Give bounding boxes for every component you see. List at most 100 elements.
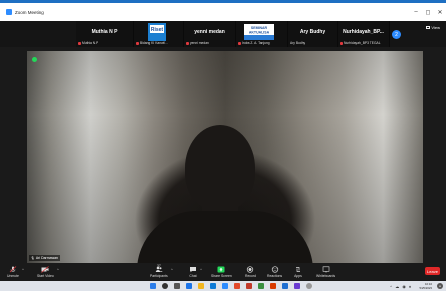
start-video-button[interactable]: Start Video ^ <box>37 265 59 278</box>
mic-muted-icon <box>9 266 17 273</box>
seminar-banner-subtext: AKTUALISA <box>249 31 270 35</box>
chevron-up-icon[interactable]: ^ <box>171 267 173 272</box>
muted-icon <box>238 41 241 45</box>
view-button[interactable]: View <box>426 25 440 30</box>
participants-button[interactable]: 37 Participants ^ <box>150 264 173 278</box>
chevron-up-icon[interactable]: ^ <box>22 267 24 272</box>
share-screen-button[interactable]: Share Screen <box>211 265 232 278</box>
share-screen-label: Share Screen <box>211 274 232 278</box>
view-label: View <box>431 25 440 30</box>
leave-button[interactable]: Leave <box>425 267 440 275</box>
zoom-taskbar-icon[interactable] <box>222 283 228 289</box>
restore-button[interactable]: ◻ <box>422 9 434 16</box>
widgets-icon[interactable] <box>186 283 192 289</box>
participant-tile[interactable]: Nurhidayah_BP... Nurhidayah_BP3 TEGAL <box>338 21 390 47</box>
participant-tile[interactable]: Muthia N P Muthia N.P <box>76 21 134 47</box>
reactions-label: Reactions <box>267 274 283 278</box>
speaker-name-tag: 🎙 Ari Darmawan <box>29 255 60 261</box>
riset-logo-image: Riset <box>148 23 166 41</box>
participant-label: Bidang KI Kanwil... <box>136 41 168 45</box>
chrome-icon[interactable] <box>234 283 240 289</box>
zoom-window: Zoom Meeting – ◻ ✕ Muthia N P Muthia N.P… <box>0 0 446 291</box>
windows-taskbar: ^ ☁ ◉ ♦ 10:10 5/25/2023 ● <box>0 281 446 291</box>
unmute-button[interactable]: Unmute ^ <box>7 265 24 278</box>
whiteboards-button[interactable]: Whiteboards <box>316 265 335 278</box>
chat-button[interactable]: Chat ^ <box>189 265 202 278</box>
participant-label: Ary Budhy <box>290 41 305 45</box>
chevron-up-icon[interactable]: ^ <box>200 267 202 272</box>
muted-icon <box>340 41 343 45</box>
gallery-strip: Muthia N P Muthia N.P Riset Bidang KI Ka… <box>0 21 446 47</box>
unmute-label: Unmute <box>7 274 19 278</box>
participant-sub-name: Muthia N.P <box>82 41 99 45</box>
clock[interactable]: 10:10 5/25/2023 <box>420 282 432 290</box>
more-participants-badge: 2 <box>392 30 401 39</box>
smiley-icon <box>271 266 278 273</box>
word-icon[interactable] <box>282 283 288 289</box>
start-icon[interactable] <box>150 283 156 289</box>
record-label: Record <box>245 274 256 278</box>
close-button[interactable]: ✕ <box>434 9 446 16</box>
speaker-silhouette-head <box>185 125 255 211</box>
muted-icon <box>136 41 139 45</box>
share-screen-icon <box>217 266 225 273</box>
task-view-icon[interactable] <box>174 283 180 289</box>
record-button[interactable]: Record <box>245 265 256 278</box>
reactions-button[interactable]: Reactions <box>267 265 282 278</box>
apps-icon <box>296 267 300 272</box>
zoom-app-icon <box>6 9 12 15</box>
participant-name: yenni medan <box>194 29 225 35</box>
mic-icon: 🎙 <box>31 256 35 260</box>
apps-label: Apps <box>294 274 302 278</box>
participant-label: Indra Z. A. Tanjung <box>238 41 270 45</box>
participant-sub-name: Indra Z. A. Tanjung <box>242 41 270 45</box>
seminar-banner-text: SEMINAR <box>251 26 268 30</box>
participant-name: Nurhidayah_BP... <box>343 29 384 35</box>
notification-icon[interactable]: ● <box>437 283 443 289</box>
file-explorer-icon[interactable] <box>198 283 204 289</box>
settings-icon[interactable] <box>306 283 312 289</box>
record-icon <box>247 266 254 273</box>
meeting-toolbar: Unmute ^ Start Video ^ 37 Participants ^… <box>0 264 446 281</box>
participants-label: Participants <box>150 274 168 278</box>
participant-tile[interactable]: yenni medan yenni medan <box>184 21 236 47</box>
speaker-name: Ari Darmawan <box>35 256 58 260</box>
chat-label: Chat <box>189 274 197 278</box>
clock-date: 5/25/2023 <box>419 286 432 290</box>
app-icon[interactable] <box>258 283 264 289</box>
seminar-banner-image: SEMINAR AKTUALISA <box>244 24 274 40</box>
chevron-up-icon[interactable]: ^ <box>57 267 59 272</box>
whiteboard-icon <box>322 266 329 273</box>
powerpoint-icon[interactable] <box>270 283 276 289</box>
minimize-button[interactable]: – <box>410 9 422 15</box>
participant-sub-name: Bidang KI Kanwil... <box>140 41 168 45</box>
window-title: Zoom Meeting <box>15 9 44 15</box>
participant-sub-name: yenni medan <box>190 41 209 45</box>
system-tray-icons[interactable]: ^ ☁ ◉ ♦ <box>390 284 412 289</box>
edge-icon[interactable] <box>210 283 216 289</box>
muted-icon <box>78 41 81 45</box>
whiteboards-label: Whiteboards <box>316 274 336 278</box>
participant-tile[interactable]: Ary Budhy Ary Budhy <box>288 21 338 47</box>
active-speaker-video: 🎙 Ari Darmawan <box>27 51 423 263</box>
office-icon[interactable] <box>246 283 252 289</box>
participant-name: Ary Budhy <box>299 29 326 35</box>
participant-sub-name: Nurhidayah_BP3 TEGAL <box>344 41 381 45</box>
chat-icon <box>190 267 196 273</box>
riset-logo-text: Riset <box>151 27 164 33</box>
participant-tile[interactable]: SEMINAR AKTUALISA Indra Z. A. Tanjung <box>236 21 288 47</box>
participant-count: 37 <box>157 264 161 268</box>
participant-tile[interactable]: Riset Bidang KI Kanwil... <box>134 21 184 47</box>
search-icon[interactable] <box>162 283 168 289</box>
participant-label: Nurhidayah_BP3 TEGAL <box>340 41 381 45</box>
participant-name: Muthia N P <box>91 29 118 35</box>
store-icon[interactable] <box>294 283 300 289</box>
title-bar: Zoom Meeting – ◻ ✕ <box>0 0 446 21</box>
speaking-indicator-icon <box>32 57 37 62</box>
more-participants[interactable]: 2 <box>390 21 404 47</box>
muted-icon <box>186 41 189 45</box>
participant-sub-name: Ary Budhy <box>290 41 306 45</box>
start-video-label: Start Video <box>37 274 54 278</box>
video-off-icon <box>41 266 50 273</box>
apps-button[interactable]: Apps <box>294 265 302 278</box>
